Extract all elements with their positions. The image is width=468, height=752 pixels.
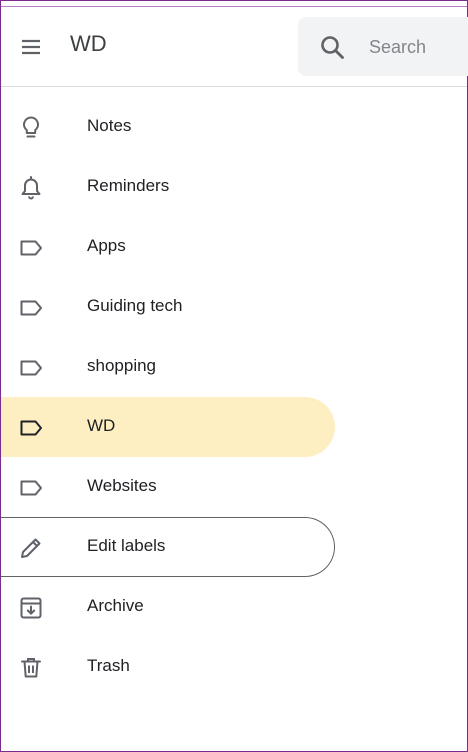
sidebar-item-archive[interactable]: Archive [1, 577, 335, 637]
sidebar-item-guiding-tech[interactable]: Guiding tech [1, 277, 335, 337]
trash-icon [17, 654, 45, 682]
sidebar-item-label: shopping [87, 356, 157, 375]
sidebar-item-label: Apps [87, 236, 126, 255]
bell-icon [17, 174, 45, 202]
sidebar-item-websites[interactable]: Websites [1, 457, 335, 517]
sidebar-item-label: WD [87, 416, 116, 435]
label-icon [17, 234, 45, 262]
archive-icon [17, 594, 45, 622]
hamburger-menu-icon [19, 35, 43, 59]
sidebar-item-wd[interactable]: WD [1, 397, 335, 457]
label-icon [17, 474, 45, 502]
sidebar-item-shopping[interactable]: shopping [1, 337, 335, 397]
sidebar-item-label: Archive [87, 596, 144, 615]
lightbulb-icon [17, 114, 45, 142]
label-icon [17, 294, 45, 322]
sidebar-item-notes[interactable]: Notes [1, 97, 335, 157]
sidebar-item-label: Reminders [87, 176, 170, 195]
sidebar-item-label: Notes [87, 116, 132, 135]
sidebar-item-trash[interactable]: Trash [1, 637, 335, 697]
main-menu-button[interactable] [11, 27, 51, 67]
sidebar-item-label: Guiding tech [87, 296, 183, 315]
search-bar[interactable]: Search [298, 17, 468, 76]
search-input[interactable]: Search [369, 37, 426, 58]
label-icon [17, 354, 45, 382]
sidebar-item-label: Websites [87, 476, 157, 495]
sidebar-nav: Notes Reminders Apps Guiding tech shoppi… [1, 97, 467, 697]
window-frame-top [0, 0, 468, 7]
page-title: WD [70, 31, 107, 56]
search-icon[interactable] [318, 33, 348, 63]
sidebar-item-label: Trash [87, 656, 130, 675]
app-header: WD Search [1, 7, 468, 87]
label-icon [17, 414, 45, 442]
pencil-icon [17, 534, 45, 562]
sidebar-item-reminders[interactable]: Reminders [1, 157, 335, 217]
sidebar-item-apps[interactable]: Apps [1, 217, 335, 277]
sidebar-item-label: Edit labels [87, 536, 166, 555]
sidebar-item-edit-labels[interactable]: Edit labels [1, 517, 335, 577]
